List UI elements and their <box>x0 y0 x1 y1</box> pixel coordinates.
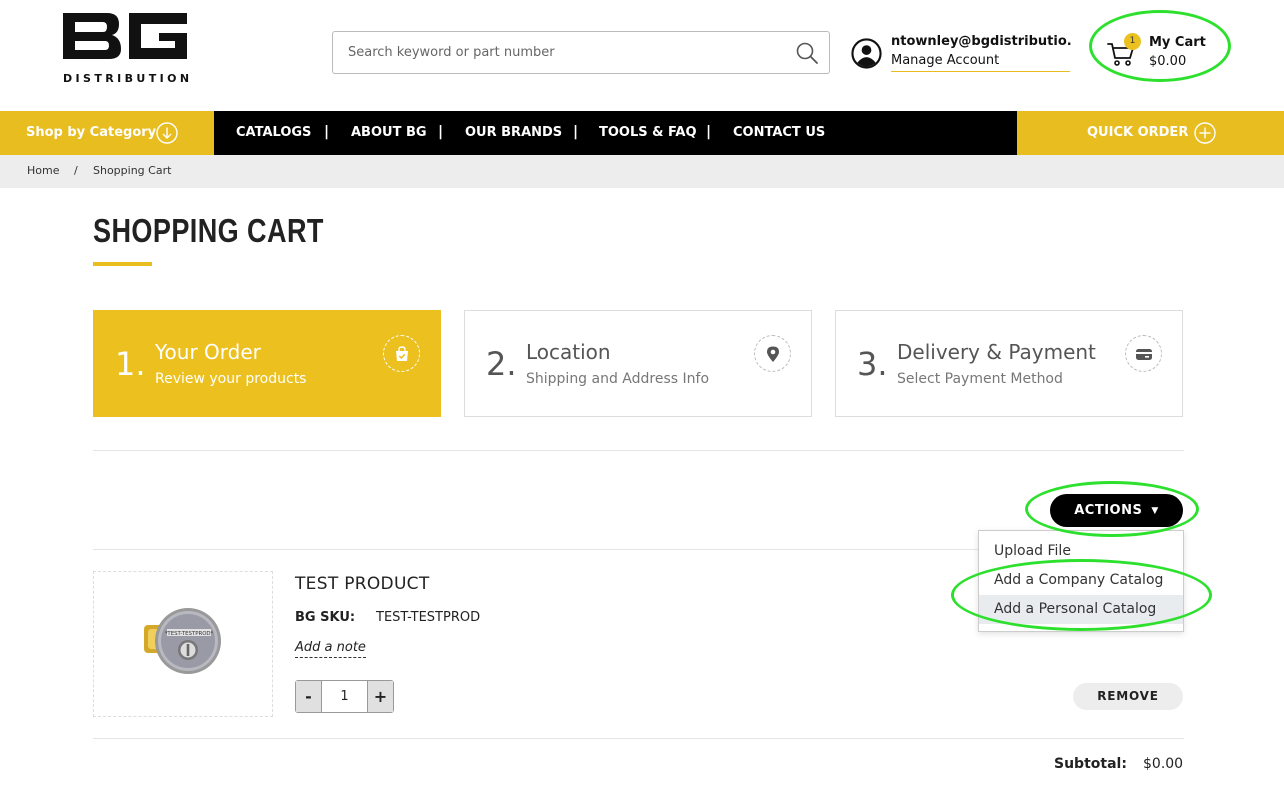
step-number: 2. <box>486 345 517 383</box>
nav-our-brands[interactable]: OUR BRANDS <box>465 125 562 140</box>
product-image[interactable]: *TEST-TESTPROD* <box>142 605 222 680</box>
menu-add-company-catalog[interactable]: Add a Company Catalog <box>979 566 1183 595</box>
quantity-input[interactable]: 1 <box>322 681 367 712</box>
subtotal-label: Subtotal: <box>1054 756 1127 772</box>
divider <box>93 450 1184 451</box>
quantity-stepper: - 1 + <box>295 680 394 713</box>
user-email[interactable]: ntownley@bgdistributio... <box>891 34 1071 49</box>
breadcrumb-separator: / <box>74 164 78 177</box>
my-cart-label[interactable]: My Cart <box>1149 35 1206 50</box>
search-icon[interactable] <box>795 41 819 65</box>
step-number: 3. <box>857 345 888 383</box>
step-subtitle: Review your products <box>155 371 307 387</box>
nav-separator: | <box>706 124 712 140</box>
caret-down-icon: ▼ <box>1151 506 1159 516</box>
actions-dropdown-button[interactable]: ACTIONS ▼ <box>1050 494 1183 527</box>
step-delivery-payment[interactable]: 3. Delivery & Payment Select Payment Met… <box>835 310 1183 417</box>
quantity-decrease-button[interactable]: - <box>296 681 322 712</box>
shop-by-category-button[interactable]: Shop by Category <box>26 125 156 140</box>
logo-subtext: DISTRIBUTION <box>63 72 193 85</box>
step-title: Location <box>526 340 611 364</box>
actions-menu: Upload File Add a Company Catalog Add a … <box>978 530 1184 632</box>
credit-card-icon <box>1136 349 1152 360</box>
nav-catalogs[interactable]: CATALOGS <box>236 125 311 140</box>
step-subtitle: Select Payment Method <box>897 371 1063 387</box>
sku-label: BG SKU: <box>295 610 356 625</box>
quick-order-button[interactable]: QUICK ORDER <box>1087 125 1188 140</box>
step-number: 1. <box>115 345 146 383</box>
product-name[interactable]: TEST PRODUCT <box>295 574 430 594</box>
cart-total: $0.00 <box>1149 54 1187 69</box>
plus-circle-icon[interactable] <box>1194 122 1216 144</box>
nav-separator: | <box>438 124 444 140</box>
step-title: Your Order <box>155 340 261 364</box>
arrow-down-circle-icon[interactable] <box>156 122 178 144</box>
step-location[interactable]: 2. Location Shipping and Address Info <box>464 310 812 417</box>
divider <box>93 738 1184 739</box>
search-input[interactable] <box>333 32 773 72</box>
product-image-label: *TEST-TESTPROD* <box>165 631 214 637</box>
user-account-icon[interactable] <box>851 38 882 69</box>
menu-upload-file[interactable]: Upload File <box>979 537 1183 566</box>
breadcrumb <box>0 155 1284 188</box>
step-subtitle: Shipping and Address Info <box>526 371 710 387</box>
nav-contact-us[interactable]: CONTACT US <box>733 125 825 140</box>
manage-account-link[interactable]: Manage Account <box>891 53 1070 72</box>
nav-tools-faq[interactable]: TOOLS & FAQ <box>599 125 697 140</box>
menu-add-personal-catalog[interactable]: Add a Personal Catalog <box>979 595 1183 624</box>
subtotal-value: $0.00 <box>1143 756 1184 772</box>
quantity-increase-button[interactable]: + <box>367 681 393 712</box>
title-underline <box>93 262 152 266</box>
nav-separator: | <box>324 124 330 140</box>
add-note-link[interactable]: Add a note <box>295 640 366 658</box>
shopping-bag-check-icon <box>396 346 408 361</box>
nav-about-bg[interactable]: ABOUT BG <box>351 125 427 140</box>
actions-label: ACTIONS <box>1074 503 1143 518</box>
remove-button[interactable]: REMOVE <box>1073 683 1183 710</box>
page-title: SHOPPING CART <box>93 212 324 249</box>
breadcrumb-home[interactable]: Home <box>27 164 59 177</box>
step-title: Delivery & Payment <box>897 340 1096 364</box>
step-your-order[interactable]: 1. Your Order Review your products <box>93 310 441 417</box>
cart-count-badge: 1 <box>1124 33 1141 50</box>
sku-value: TEST-TESTPROD <box>376 610 481 625</box>
breadcrumb-current: Shopping Cart <box>93 164 172 177</box>
nav-separator: | <box>573 124 579 140</box>
map-pin-icon <box>767 346 779 362</box>
search-box[interactable] <box>332 31 830 74</box>
